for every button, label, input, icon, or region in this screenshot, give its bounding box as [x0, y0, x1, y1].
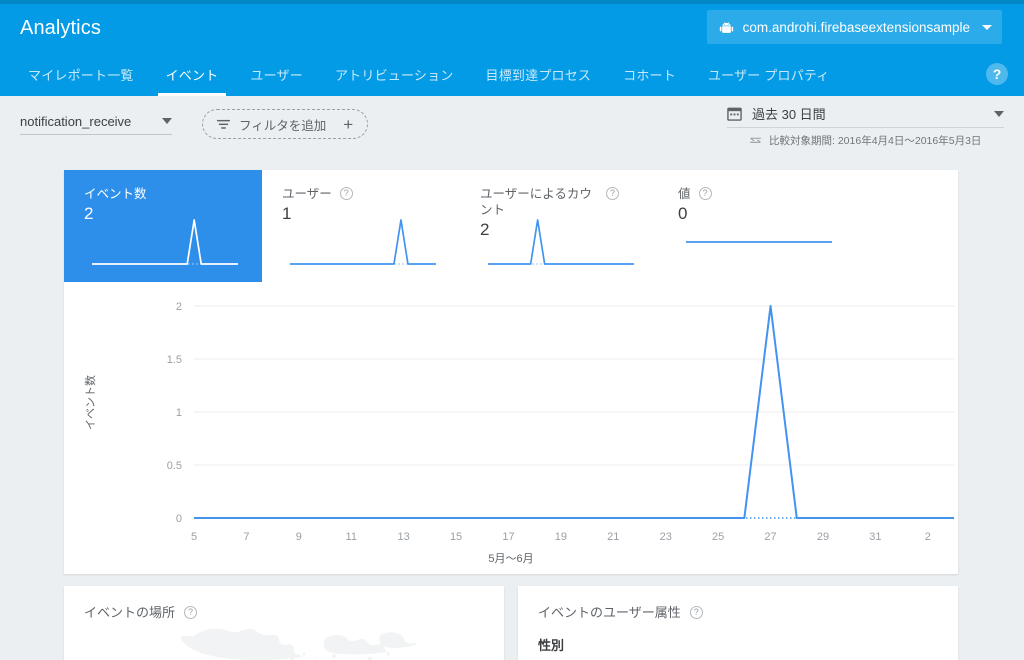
help-icon[interactable]: ? [339, 187, 353, 200]
metric-sparkline [686, 241, 832, 243]
bottom-card-title: イベントのユーザー属性 [538, 605, 681, 620]
help-icon[interactable]: ? [606, 187, 619, 200]
svg-text:5: 5 [191, 531, 197, 543]
event-select-value: notification_receive [20, 113, 132, 129]
bottom-card-subtitle: 性別 [538, 638, 565, 653]
metric-header: イベント数 [84, 186, 246, 202]
tab-label: アトリビューション [334, 67, 454, 83]
tab-label: イベント [165, 67, 219, 83]
svg-text:0.5: 0.5 [167, 460, 182, 472]
event-select-dropdown[interactable]: notification_receive [20, 114, 172, 135]
svg-text:21: 21 [607, 531, 619, 543]
tab-1[interactable]: イベント [150, 52, 235, 96]
chevron-down-icon [162, 118, 172, 124]
compare-period-row: 比較対象期間: 2016年4月4日〜2016年5月3日 [727, 133, 1004, 148]
svg-text:11: 11 [346, 531, 357, 543]
calendar-icon [727, 107, 742, 121]
svg-text:0: 0 [176, 513, 182, 525]
metric-sparkline [92, 219, 238, 265]
help-icon[interactable]: ? [689, 605, 703, 619]
world-map-icon [180, 628, 417, 660]
svg-text:2: 2 [925, 531, 931, 543]
help-icon[interactable]: ? [184, 605, 198, 619]
svg-text:1: 1 [176, 407, 182, 419]
metric-header: ユーザー? [282, 186, 444, 202]
tab-label: コホート [623, 67, 676, 83]
svg-text:2: 2 [176, 301, 182, 313]
events-line-chart: 0 0.5 1 1.5 2 5 7 9 11 13 15 17 19 21 23 25 27 29 31 2 イベント… [64, 282, 958, 574]
chart-canvas: 00.511.525 7 9 11 13 15 17 19 21 23 25 27 29 31 2 [167, 301, 954, 543]
chart-x-axis-label: 5月〜6月 [488, 553, 534, 565]
bottom-card-row: イベントの場所? イベントのユーザー属性? 性別 [64, 586, 958, 660]
svg-text:23: 23 [660, 531, 672, 543]
filter-icon [217, 119, 230, 129]
metric-card-3[interactable]: 値? 0 [658, 170, 856, 282]
metric-card-row: イベント数 2 ユーザー? 1 ユーザーによるカウント? 2 値? 0 [64, 170, 958, 282]
app-selector-dropdown[interactable]: com.androhi.firebaseextensionsample [706, 10, 1002, 44]
svg-text:29: 29 [817, 531, 829, 543]
tab-label: マイレポート一覧 [28, 67, 134, 83]
svg-text:31: 31 [869, 531, 881, 543]
bottom-card-0: イベントの場所? [64, 586, 504, 660]
metric-sparkline [488, 219, 634, 265]
chevron-down-icon [994, 110, 1004, 117]
svg-text:7: 7 [243, 531, 249, 543]
metric-card-2[interactable]: ユーザーによるカウント? 2 [460, 170, 658, 282]
plus-icon[interactable]: + [343, 116, 353, 133]
help-icon[interactable]: ? [698, 187, 712, 200]
app-header: Analytics com.androhi.firebaseextensions… [0, 4, 1024, 52]
svg-text:27: 27 [764, 531, 776, 543]
control-bar: notification_receive フィルタを追加 + 過去 30 日間 [0, 96, 1024, 152]
metric-label: ユーザー [282, 187, 332, 201]
metric-label: イベント数 [84, 187, 147, 201]
tab-6[interactable]: ユーザー プロパティ [692, 52, 846, 96]
add-filter-chip[interactable]: フィルタを追加 + [202, 109, 369, 139]
tab-label: ユーザー [250, 67, 303, 83]
tab-2[interactable]: ユーザー [234, 52, 319, 96]
metric-card-0[interactable]: イベント数 2 [64, 170, 262, 282]
chevron-down-icon [982, 24, 992, 30]
svg-text:13: 13 [398, 531, 410, 543]
metric-label: 値 [678, 187, 691, 201]
metric-card-1[interactable]: ユーザー? 1 [262, 170, 460, 282]
tab-4[interactable]: 目標到達プロセス [470, 52, 608, 96]
svg-text:17: 17 [502, 531, 514, 543]
compare-period-text: 比較対象期間: 2016年4月4日〜2016年5月3日 [769, 135, 982, 147]
bottom-card-1: イベントのユーザー属性? 性別 [518, 586, 958, 660]
compare-arrow-icon [750, 137, 761, 143]
main-report-card: イベント数 2 ユーザー? 1 ユーザーによるカウント? 2 値? 0 0 0.5 1 1.5 2 5 7… [64, 170, 958, 574]
app-selector-label: com.androhi.firebaseextensionsample [742, 19, 970, 35]
tab-3[interactable]: アトリビューション [319, 52, 470, 96]
svg-text:9: 9 [296, 531, 302, 543]
bottom-card-header: イベントのユーザー属性? [538, 602, 938, 621]
help-icon[interactable]: ? [986, 63, 1008, 85]
chart-y-axis-label: イベント数 [85, 375, 97, 430]
metric-header: 値? [678, 186, 840, 202]
tab-label: ユーザー プロパティ [707, 67, 830, 83]
android-icon [719, 21, 733, 33]
svg-text:1.5: 1.5 [167, 354, 182, 366]
date-range-control: 過去 30 日間 比較対象期間: 2016年4月4日〜2016年5月3日 [727, 104, 1004, 148]
add-filter-label: フィルタを追加 [239, 118, 327, 133]
date-range-label: 過去 30 日間 [752, 107, 826, 122]
page-title: Analytics [20, 16, 101, 39]
tab-0[interactable]: マイレポート一覧 [12, 52, 150, 96]
tab-label: 目標到達プロセス [485, 67, 592, 83]
tab-5[interactable]: コホート [607, 52, 692, 96]
bottom-card-title: イベントの場所 [84, 605, 176, 620]
metric-sparkline [290, 219, 436, 265]
date-range-dropdown[interactable]: 過去 30 日間 [727, 104, 1004, 128]
svg-text:25: 25 [712, 531, 724, 543]
tab-bar: マイレポート一覧 イベント ユーザー アトリビューション 目標到達プロセス コホート ユーザ… [0, 52, 1024, 96]
svg-text:15: 15 [450, 531, 462, 543]
svg-text:19: 19 [555, 531, 567, 543]
